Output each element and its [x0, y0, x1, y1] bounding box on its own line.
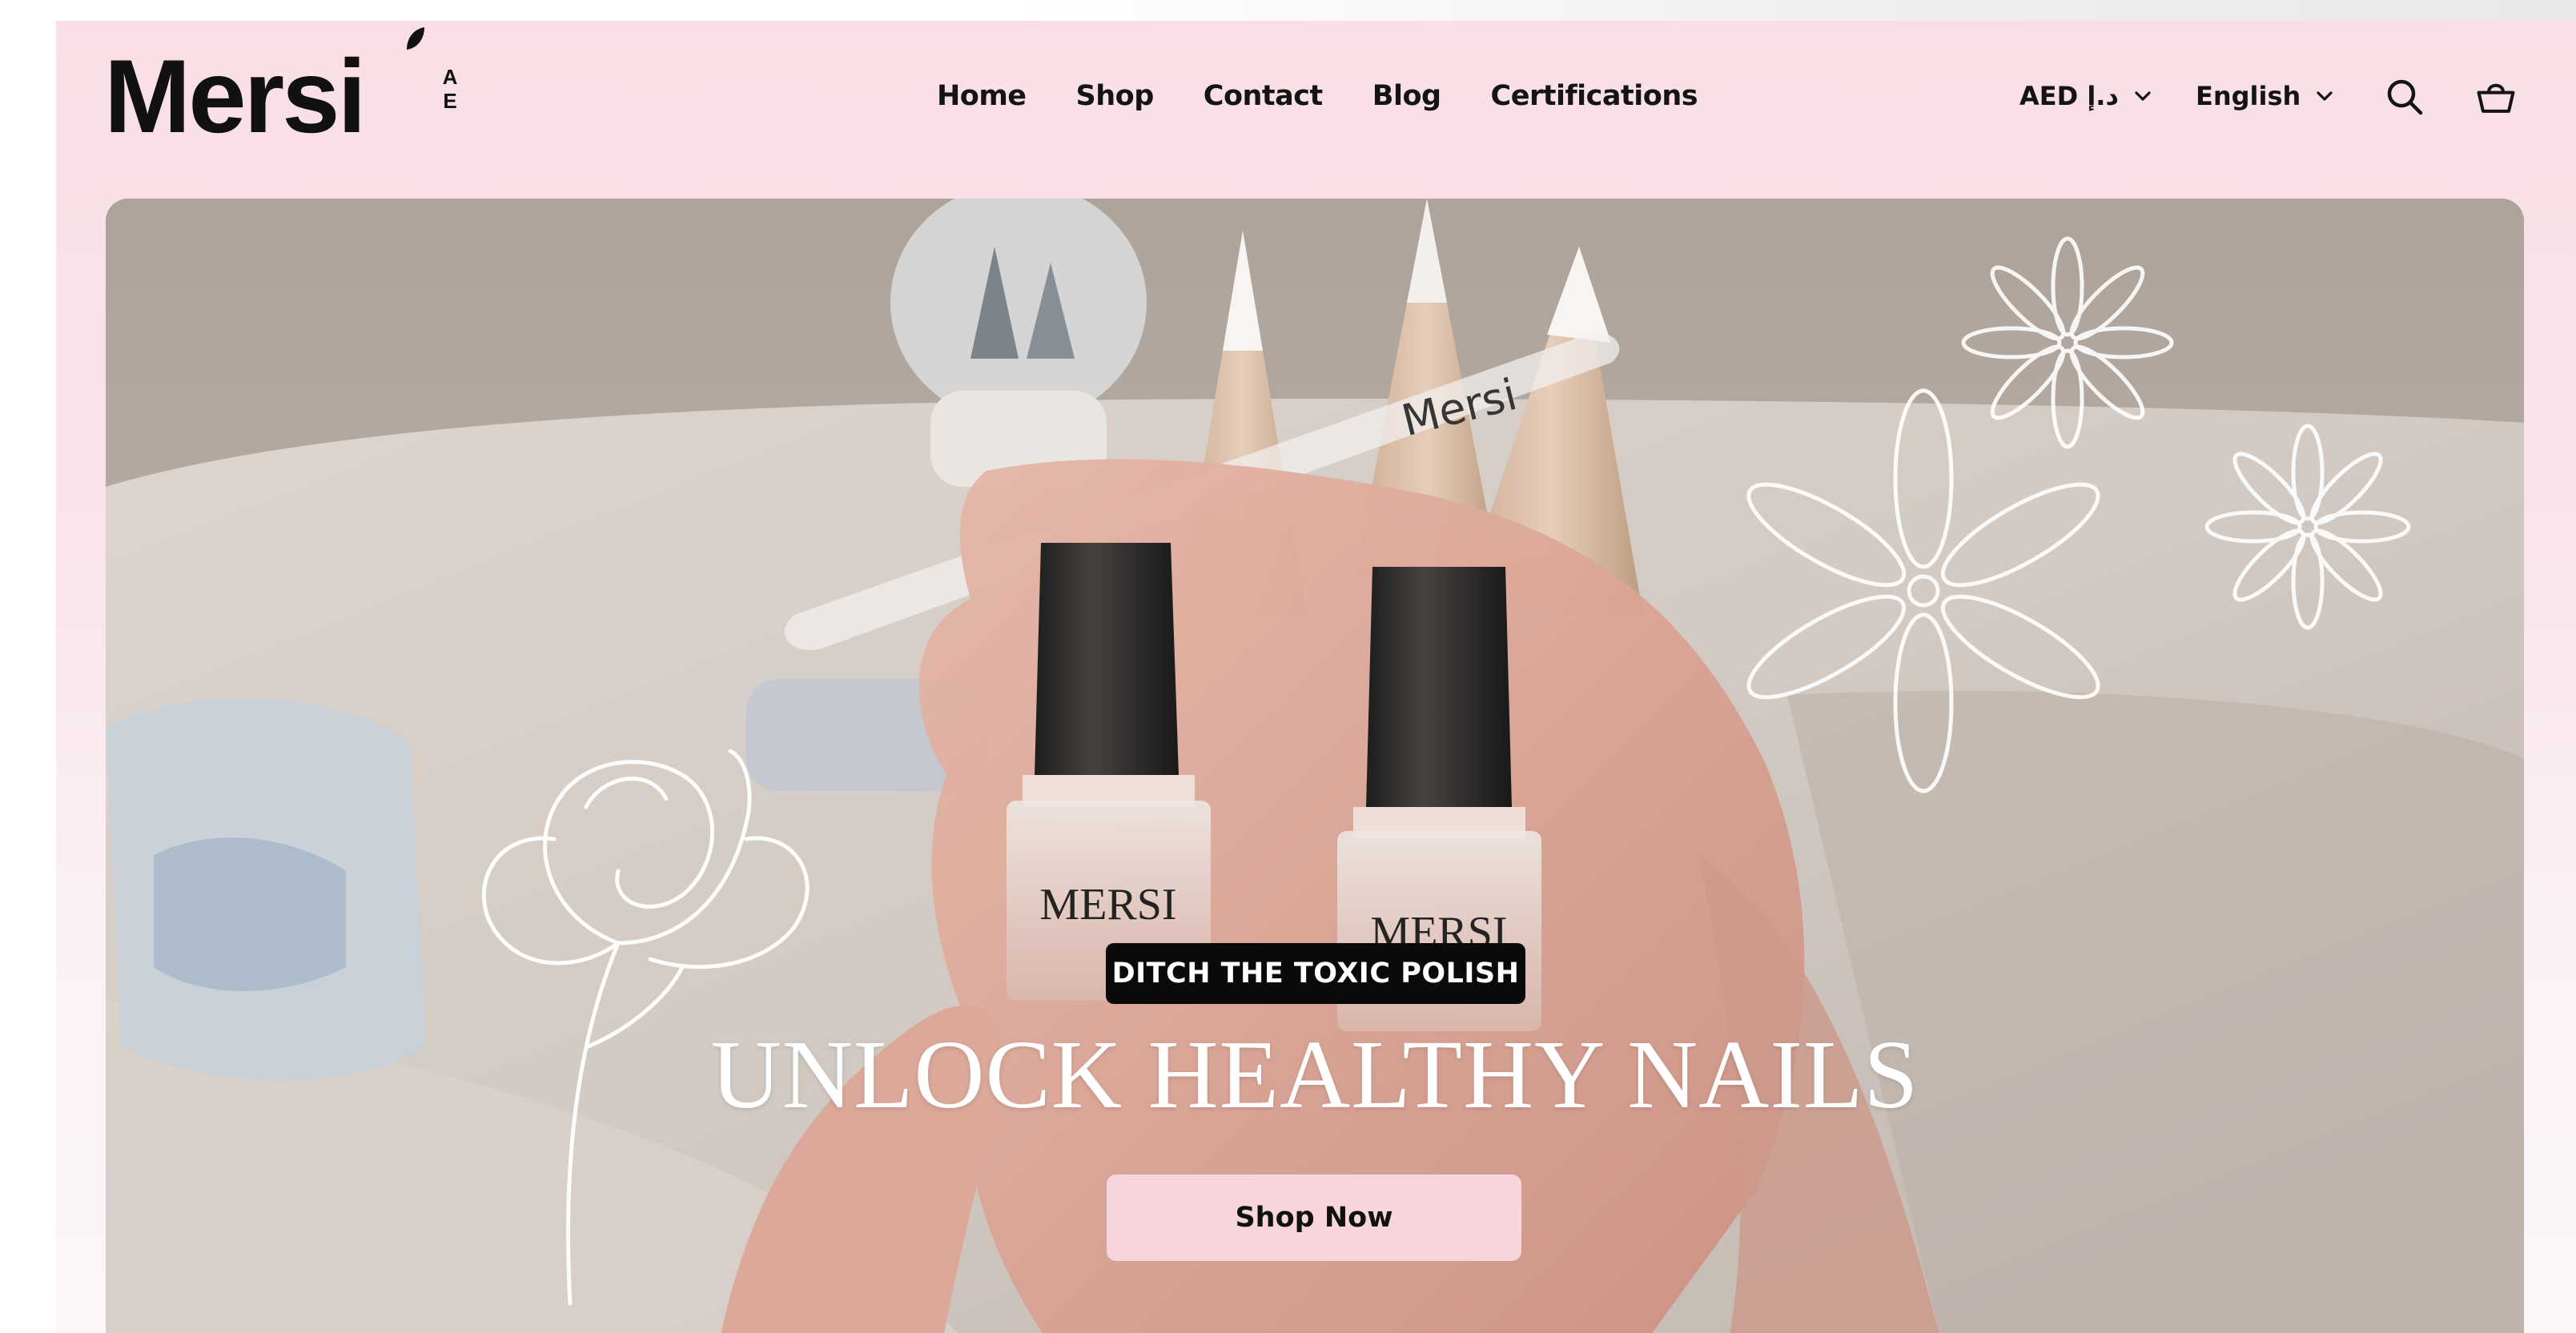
- logo-sub: A E: [440, 65, 460, 113]
- nav-contact[interactable]: Contact: [1204, 80, 1323, 112]
- main-nav: Home Shop Contact Blog Certifications: [937, 72, 1698, 120]
- currency-label: AED د.إ: [2019, 81, 2119, 111]
- page: Mersi A E Home Shop Contact Blog Certifi…: [0, 0, 2576, 1333]
- currency-selector[interactable]: AED د.إ: [2019, 72, 2151, 120]
- logo-sub-a: A: [442, 65, 458, 89]
- nav-blog[interactable]: Blog: [1372, 80, 1441, 112]
- chevron-down-icon: [2317, 91, 2333, 101]
- chevron-down-icon: [2135, 91, 2151, 101]
- language-selector[interactable]: English: [2196, 72, 2333, 120]
- nav-shop[interactable]: Shop: [1076, 80, 1155, 112]
- leaf-icon: [407, 27, 424, 50]
- nav-home[interactable]: Home: [937, 80, 1027, 112]
- language-label: English: [2196, 81, 2301, 111]
- hero-banner: Mersi MERSI MERSI DITCH THE TOXIC POLISH…: [106, 199, 2524, 1333]
- logo-wordmark: Mersi: [104, 38, 367, 155]
- cart-icon[interactable]: [2476, 77, 2516, 117]
- site: Mersi A E Home Shop Contact Blog Certifi…: [56, 21, 2576, 1333]
- logo-sub-e: E: [443, 89, 457, 113]
- hero-headline: UNLOCK HEALTHY NAILS: [710, 1021, 1919, 1129]
- site-header: Mersi A E Home Shop Contact Blog Certifi…: [56, 21, 2576, 173]
- browser-top-edge: [56, 0, 2576, 21]
- hero-image: Mersi MERSI MERSI: [106, 199, 2524, 1333]
- shop-now-button[interactable]: Shop Now: [1107, 1174, 1521, 1261]
- nav-certifications[interactable]: Certifications: [1491, 80, 1698, 112]
- logo-link[interactable]: Mersi A E: [104, 21, 457, 173]
- search-icon[interactable]: [2385, 77, 2425, 117]
- hero-badge: DITCH THE TOXIC POLISH: [1106, 943, 1525, 1004]
